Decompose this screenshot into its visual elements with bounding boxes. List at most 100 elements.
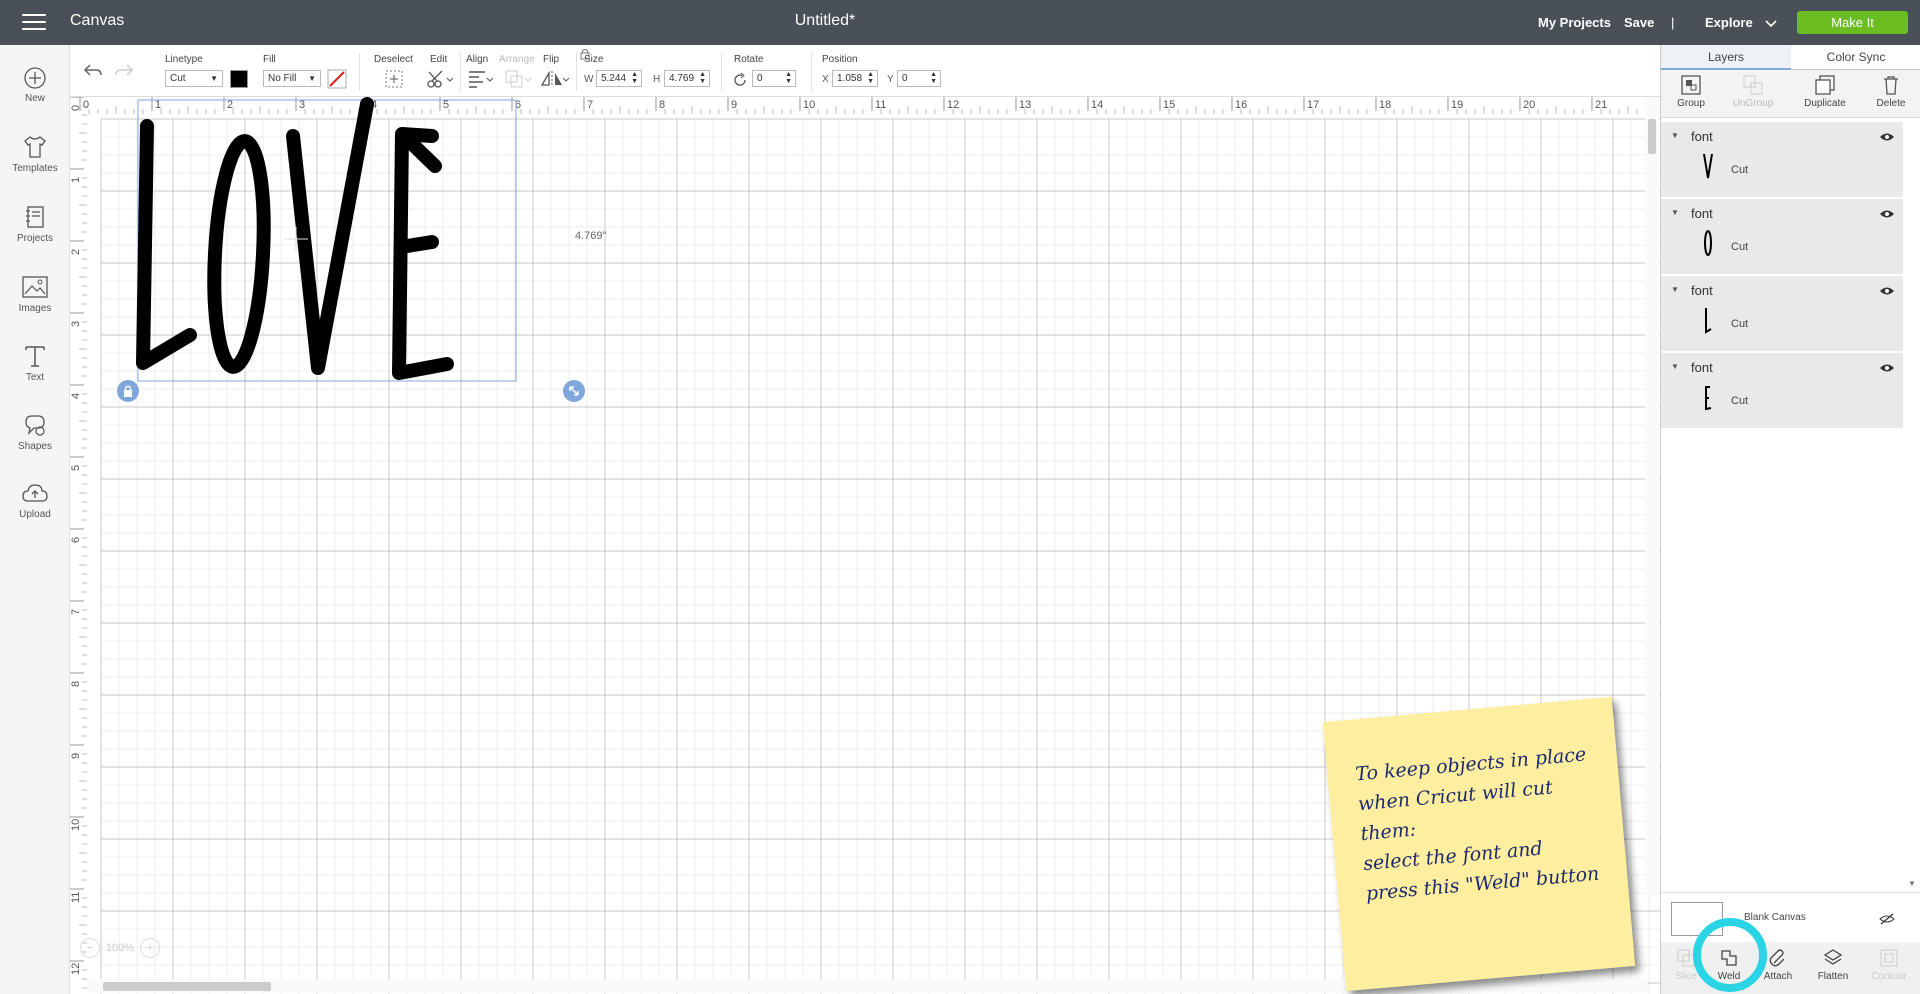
delete-button[interactable]: Delete xyxy=(1861,74,1920,109)
arrange-icon[interactable] xyxy=(504,69,532,89)
ungroup-button[interactable]: UnGroup xyxy=(1723,74,1783,109)
layer-linetype: Cut xyxy=(1731,318,1749,330)
sidebar-item-label: New xyxy=(24,93,45,104)
text-icon xyxy=(25,346,45,367)
sidebar-item-projects[interactable]: Projects xyxy=(0,204,70,244)
undo-icon[interactable] xyxy=(83,62,103,78)
sidebar-item-text[interactable]: Text xyxy=(0,343,70,383)
ungroup-label: UnGroup xyxy=(1732,98,1774,109)
align-icon[interactable] xyxy=(466,69,494,89)
sidebar-item-label: Text xyxy=(25,372,45,383)
layer-item[interactable]: ▼ font Cut xyxy=(1661,353,1903,429)
design-canvas[interactable]: 0 1 2 3 4 5 6 7 8 9 10 11 12 13 14 15 16 17 18 19 20 21 0 1 2 3 4 5… xyxy=(70,97,1660,994)
nav-separator: | xyxy=(1671,15,1675,30)
collapse-caret-icon[interactable]: ▼ xyxy=(1671,131,1679,140)
letter-l[interactable] xyxy=(136,119,197,370)
sidebar-item-images[interactable]: Images xyxy=(0,274,70,314)
edit-label: Edit xyxy=(430,54,448,65)
width-label: W xyxy=(584,74,594,85)
eye-icon[interactable] xyxy=(1879,209,1895,219)
flip-icon[interactable] xyxy=(540,69,570,89)
flatten-button[interactable]: Flatten xyxy=(1808,948,1858,982)
lock-icon xyxy=(124,385,132,397)
sidebar-item-label: Shapes xyxy=(18,441,52,452)
projects-icon xyxy=(26,206,44,228)
caret-down-icon: ▼ xyxy=(308,74,316,83)
panel-scrollbar[interactable]: ▼ xyxy=(1905,122,1919,892)
stepper-icon: ▲ ▼ xyxy=(785,71,792,85)
duplicate-button[interactable]: Duplicate xyxy=(1795,74,1855,109)
linetype-value: Cut xyxy=(170,73,186,84)
deselect-label: Deselect xyxy=(374,54,413,65)
sidebar-item-upload[interactable]: Upload xyxy=(0,482,70,520)
rotate-icon xyxy=(734,73,746,86)
letter-e[interactable] xyxy=(392,127,454,380)
y-input[interactable]: 0 ▲ ▼ xyxy=(897,70,941,87)
eye-icon[interactable] xyxy=(1879,286,1895,296)
layer-name: font xyxy=(1691,206,1713,221)
deselect-icon[interactable] xyxy=(384,69,404,89)
no-fill-icon[interactable] xyxy=(327,69,347,89)
machine-select[interactable]: Explore xyxy=(1705,15,1778,30)
layer-item[interactable]: ▼ font Cut xyxy=(1661,276,1903,352)
layer-tools: Group UnGroup Duplicate Delete xyxy=(1661,70,1920,118)
scroll-down-icon[interactable]: ▼ xyxy=(1908,879,1916,888)
sticky-note: To keep objects in place when Cricut wil… xyxy=(1322,696,1636,992)
fill-select[interactable]: No Fill ▼ xyxy=(263,70,321,87)
tab-layers[interactable]: Layers xyxy=(1661,45,1791,70)
eye-icon[interactable] xyxy=(1879,363,1895,373)
make-it-button[interactable]: Make It xyxy=(1797,11,1908,34)
x-value: 1.058 xyxy=(837,73,863,84)
linetype-select[interactable]: Cut ▼ xyxy=(165,70,223,87)
layer-name: font xyxy=(1691,129,1713,144)
vertical-scroll-thumb[interactable] xyxy=(1648,119,1656,154)
layers-panel: Layers Color Sync Group UnGroup Duplicat… xyxy=(1660,45,1920,994)
layer-item[interactable]: ▼ font Cut xyxy=(1661,199,1903,275)
eye-icon[interactable] xyxy=(1879,132,1895,142)
toolbar-divider xyxy=(721,53,722,91)
layer-item[interactable]: ▼ font Cut xyxy=(1661,122,1903,198)
collapse-caret-icon[interactable]: ▼ xyxy=(1671,362,1679,371)
zoom-in-icon[interactable]: + xyxy=(140,938,160,958)
horizontal-scroll-thumb[interactable] xyxy=(103,982,271,991)
sidebar-item-shapes[interactable]: Shapes xyxy=(0,412,70,452)
fill-label: Fill xyxy=(263,54,276,65)
rotate-input[interactable]: 0 ▲ ▼ xyxy=(752,70,796,87)
redo-icon[interactable] xyxy=(114,62,134,78)
x-input[interactable]: 1.058 ▲ ▼ xyxy=(832,70,878,87)
color-swatch[interactable] xyxy=(230,70,248,88)
resize-handle[interactable] xyxy=(563,380,585,402)
slice-label: Slice xyxy=(1675,971,1697,982)
sidebar-item-new[interactable]: New xyxy=(0,66,70,104)
lock-handle[interactable] xyxy=(117,380,139,402)
scissors-icon[interactable] xyxy=(426,69,454,89)
paperclip-icon xyxy=(1769,949,1785,967)
group-button[interactable]: Group xyxy=(1661,74,1721,109)
width-input[interactable]: 5.244 ▲ ▼ xyxy=(596,70,642,87)
attach-label: Attach xyxy=(1763,971,1793,982)
letter-o[interactable] xyxy=(207,134,271,374)
save-link[interactable]: Save xyxy=(1624,15,1654,30)
y-value: 0 xyxy=(902,73,908,84)
sidebar-item-templates[interactable]: Templates xyxy=(0,134,70,174)
delete-label: Delete xyxy=(1876,98,1906,109)
vertical-scrollbar[interactable] xyxy=(1645,97,1659,897)
flatten-icon xyxy=(1823,949,1843,965)
lock-ratio-icon[interactable] xyxy=(579,48,591,60)
eye-hidden-icon[interactable] xyxy=(1879,913,1895,925)
fill-value: No Fill xyxy=(268,73,297,84)
collapse-caret-icon[interactable]: ▼ xyxy=(1671,285,1679,294)
zoom-out-icon[interactable]: − xyxy=(80,938,100,958)
toolbar-divider xyxy=(460,53,461,91)
resize-arrows-icon xyxy=(569,386,579,396)
tab-color-sync[interactable]: Color Sync xyxy=(1791,45,1920,70)
my-projects-link[interactable]: My Projects xyxy=(1538,15,1611,30)
app-root: Canvas Untitled* My Projects Save | Expl… xyxy=(0,0,1920,994)
height-input[interactable]: 4.769 ▲ ▼ xyxy=(664,70,710,87)
document-title[interactable]: Untitled* xyxy=(0,12,1650,30)
top-bar: Canvas Untitled* My Projects Save | Expl… xyxy=(0,0,1920,45)
layer-name: font xyxy=(1691,360,1713,375)
plus-circle-icon xyxy=(24,67,46,89)
contour-button[interactable]: Contour xyxy=(1864,948,1914,982)
collapse-caret-icon[interactable]: ▼ xyxy=(1671,208,1679,217)
